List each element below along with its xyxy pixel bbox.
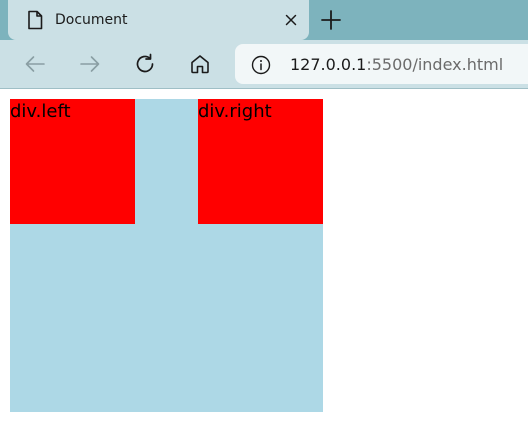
arrow-left-icon[interactable] xyxy=(23,52,47,76)
arrow-right-icon[interactable] xyxy=(78,52,102,76)
tab-document[interactable]: Document xyxy=(8,0,309,40)
plus-icon[interactable] xyxy=(320,9,342,31)
tab-strip: Document xyxy=(0,0,528,40)
refresh-icon[interactable] xyxy=(133,52,157,76)
address-bar[interactable]: 127.0.0.1:5500/index.html xyxy=(235,44,528,84)
url-host: 127.0.0.1 xyxy=(290,55,367,74)
div-right-label: div.right xyxy=(198,101,272,122)
container-div: div.left div.right xyxy=(10,99,323,412)
div-left-label: div.left xyxy=(10,101,71,122)
toolbar: 127.0.0.1:5500/index.html xyxy=(0,40,528,89)
home-icon[interactable] xyxy=(188,52,212,76)
close-icon[interactable] xyxy=(281,10,301,30)
url-path: :5500/index.html xyxy=(366,55,504,74)
url-text: 127.0.0.1:5500/index.html xyxy=(290,54,503,76)
info-circle-icon[interactable] xyxy=(250,54,272,76)
div-right: div.right xyxy=(198,99,323,224)
browser-window: Document 127.0.0.1:5500/index.html div.l… xyxy=(0,0,528,438)
document-icon xyxy=(26,10,44,30)
tab-title: Document xyxy=(55,12,128,28)
div-left: div.left xyxy=(10,99,135,224)
page-viewport: div.left div.right xyxy=(0,89,528,438)
